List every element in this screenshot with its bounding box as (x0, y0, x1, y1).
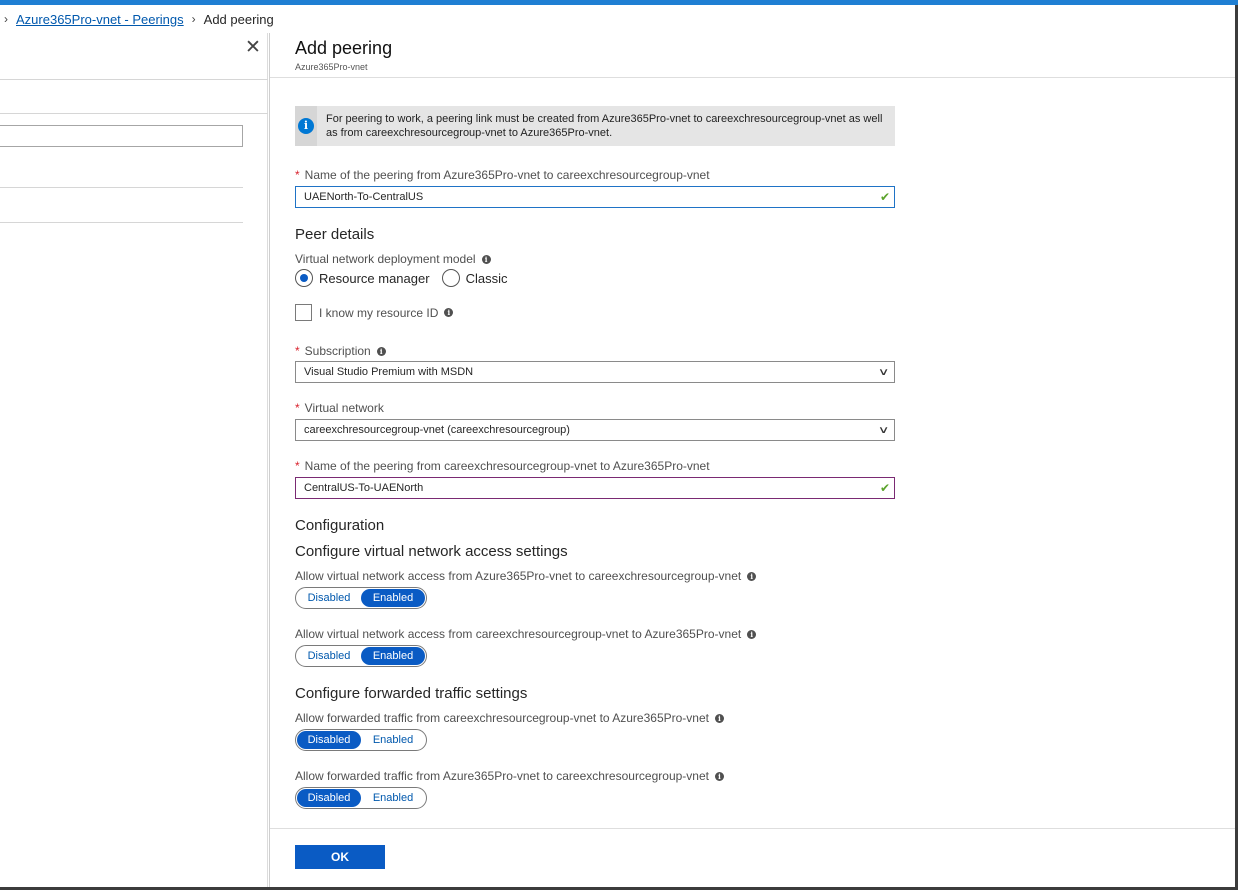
info-icon[interactable]: i (714, 772, 724, 782)
divider (0, 113, 268, 114)
toggle-option-disabled[interactable]: Disabled (297, 789, 361, 807)
radio-unselected-icon (441, 269, 460, 287)
chevron-right-icon: › (4, 12, 8, 26)
required-asterisk: * (295, 401, 300, 415)
info-icon: i (295, 106, 317, 146)
deployment-model-radio-group: Resource manager Classic (295, 269, 519, 287)
forward-2-toggle[interactable]: Disabled Enabled (295, 787, 427, 809)
toggle-option-disabled[interactable]: Disabled (297, 589, 361, 607)
forward-1-label: Allow forwarded traffic from careexchres… (295, 711, 724, 725)
chevron-down-icon: ∨ (877, 425, 890, 436)
peering-name-local-input[interactable]: UAENorth-To-CentralUS ✔ (295, 186, 895, 208)
checkmark-icon: ✔ (879, 481, 890, 495)
background-search-input[interactable] (0, 125, 243, 147)
forward-2-label: Allow forwarded traffic from Azure365Pro… (295, 769, 724, 783)
toggle-option-disabled[interactable]: Disabled (297, 731, 361, 749)
ok-button[interactable]: OK (295, 845, 385, 869)
virtual-network-dropdown[interactable]: careexchresourcegroup-vnet (careexchreso… (295, 419, 895, 441)
toggle-option-enabled[interactable]: Enabled (361, 647, 425, 665)
checkmark-icon: ✔ (879, 190, 890, 204)
toggle-option-enabled[interactable]: Enabled (361, 731, 425, 749)
info-banner-text: For peering to work, a peering link must… (326, 113, 883, 139)
page-subtitle: Azure365Pro-vnet (295, 62, 368, 72)
portal-top-bar (0, 0, 1238, 5)
breadcrumb-link-peerings[interactable]: Azure365Pro-vnet - Peerings (16, 12, 184, 27)
info-icon[interactable]: i (747, 630, 757, 640)
breadcrumb-current: Add peering (203, 11, 274, 27)
info-icon[interactable]: i (376, 347, 386, 357)
chevron-right-icon: › (191, 12, 196, 26)
divider (0, 79, 268, 80)
chevron-down-icon: ∨ (877, 367, 890, 378)
subscription-label: * Subscription i (295, 344, 386, 358)
toggle-option-disabled[interactable]: Disabled (297, 647, 361, 665)
radio-selected-icon (295, 269, 313, 287)
checkbox-icon (295, 304, 312, 321)
access-1-label: Allow virtual network access from Azure3… (295, 569, 757, 583)
breadcrumb: › Azure365Pro-vnet - Peerings › Add peer… (0, 10, 274, 28)
virtual-network-label: * Virtual network (295, 401, 384, 415)
info-icon[interactable]: i (444, 308, 454, 317)
footer-divider (270, 828, 1236, 829)
peering-name-remote-input[interactable]: CentralUS-To-UAENorth ✔ (295, 477, 895, 499)
access-2-toggle[interactable]: Disabled Enabled (295, 645, 427, 667)
background-blade (0, 33, 268, 887)
access-1-toggle[interactable]: Disabled Enabled (295, 587, 427, 609)
divider (0, 222, 243, 223)
forward-1-toggle[interactable]: Disabled Enabled (295, 729, 427, 751)
add-peering-blade: Add peering Azure365Pro-vnet i For peeri… (269, 33, 1236, 887)
close-icon[interactable]: ✕ (245, 38, 261, 57)
required-asterisk: * (295, 459, 300, 473)
blade-header: Add peering Azure365Pro-vnet (270, 33, 1236, 78)
toggle-option-enabled[interactable]: Enabled (361, 589, 425, 607)
info-icon[interactable]: i (714, 714, 724, 724)
know-resource-id-checkbox[interactable]: I know my resource ID i (295, 304, 454, 321)
peering-name-local-label: * Name of the peering from Azure365Pro-vn… (295, 168, 710, 182)
required-asterisk: * (295, 344, 300, 358)
toggle-option-enabled[interactable]: Enabled (361, 789, 425, 807)
required-asterisk: * (295, 168, 300, 182)
info-icon[interactable]: i (481, 255, 491, 265)
info-icon[interactable]: i (747, 572, 757, 582)
subscription-dropdown[interactable]: Visual Studio Premium with MSDN ∨ (295, 361, 895, 383)
info-banner: i For peering to work, a peering link mu… (295, 106, 895, 146)
radio-classic[interactable]: Classic (441, 269, 507, 287)
radio-resource-manager[interactable]: Resource manager (295, 269, 430, 287)
configuration-heading: Configuration (295, 517, 385, 534)
peer-details-heading: Peer details (295, 226, 375, 243)
page-title: Add peering (295, 38, 393, 58)
access-settings-heading: Configure virtual network access setting… (295, 543, 568, 560)
deployment-model-label: Virtual network deployment model i (295, 252, 491, 266)
peering-name-remote-label: * Name of the peering from careexchresour… (295, 459, 710, 473)
access-2-label: Allow virtual network access from careex… (295, 627, 757, 641)
forwarded-traffic-heading: Configure forwarded traffic settings (295, 685, 528, 702)
divider (0, 187, 243, 188)
